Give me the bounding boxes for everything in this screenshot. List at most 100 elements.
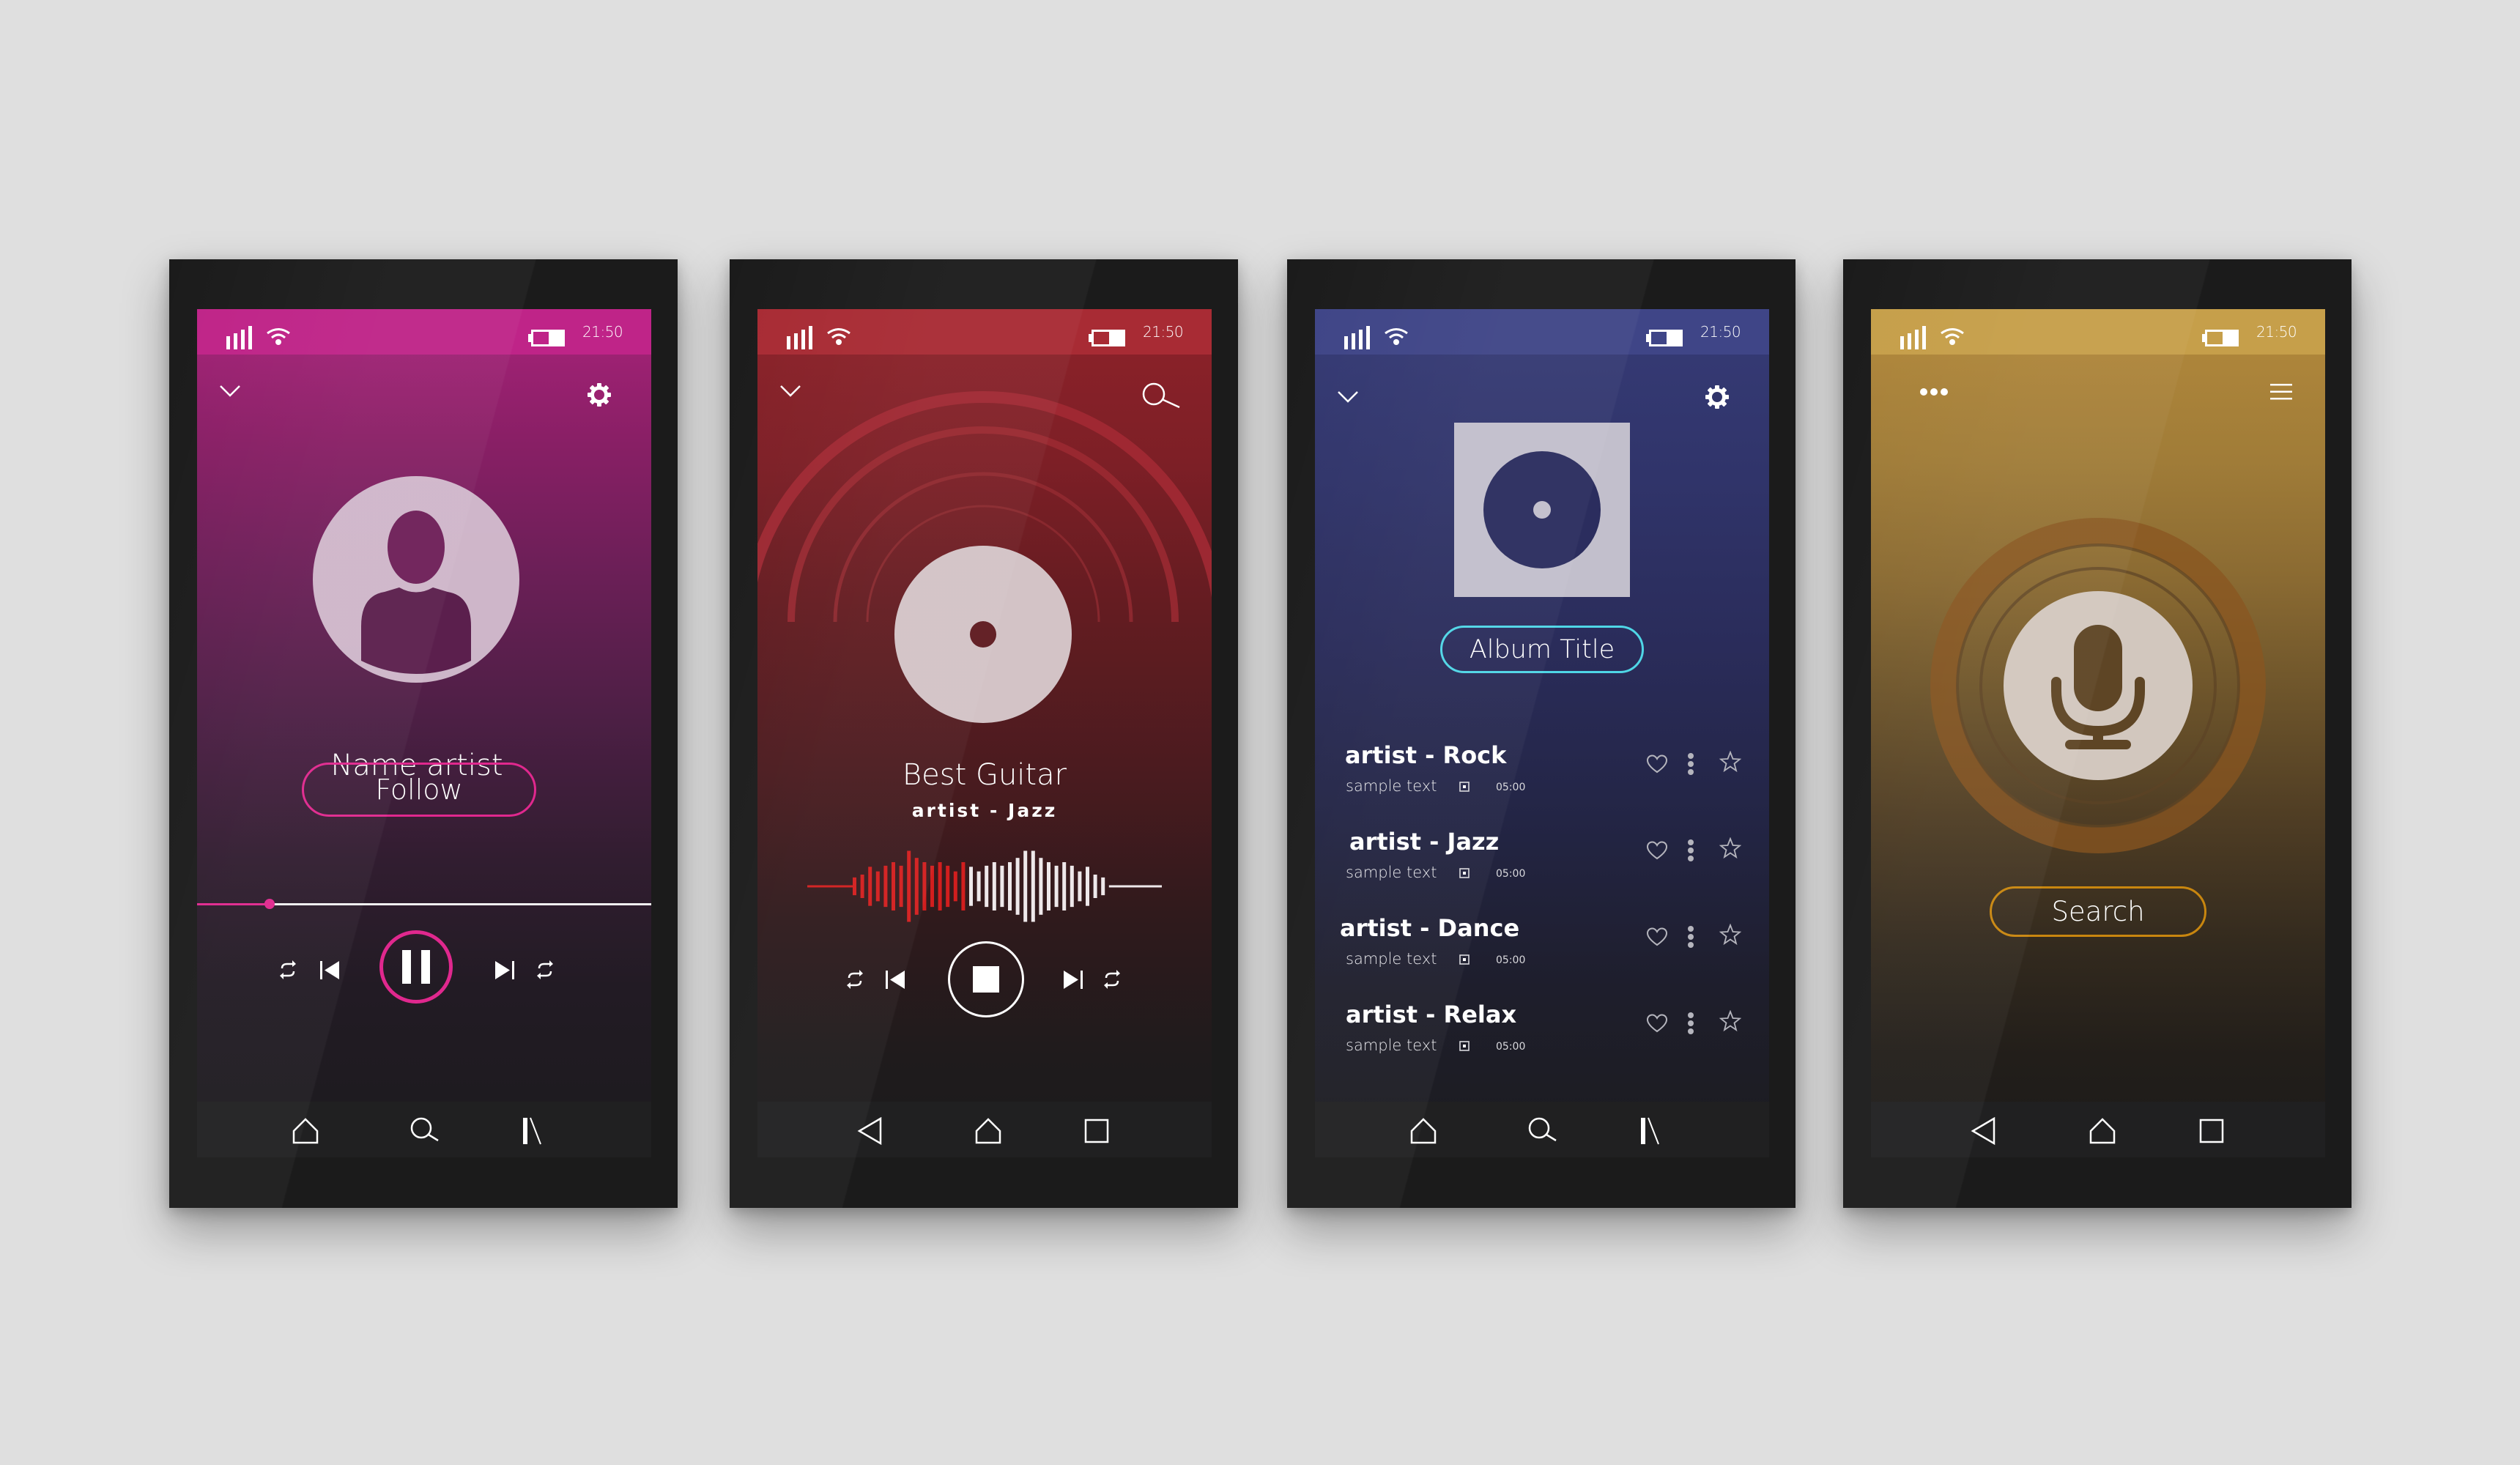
album-title: Album Title (1440, 626, 1644, 673)
star-icon[interactable] (1719, 751, 1741, 773)
waveform-bar-remaining (1070, 865, 1074, 908)
heart-icon[interactable] (1647, 754, 1667, 774)
heart-icon[interactable] (1647, 1014, 1667, 1033)
waveform-bar-played (868, 867, 872, 906)
search-icon[interactable] (1527, 1116, 1557, 1146)
chevron-down-icon[interactable] (779, 384, 801, 398)
next-icon[interactable] (1062, 968, 1084, 990)
waveform-bar-played (883, 865, 888, 908)
battery-icon (528, 330, 565, 346)
track-title: artist - Relax (1346, 1001, 1517, 1028)
waveform-bar-played (938, 862, 942, 910)
progress-knob[interactable] (264, 899, 275, 909)
previous-icon[interactable] (319, 959, 341, 981)
more-vertical-icon[interactable] (1687, 1012, 1694, 1035)
heart-icon[interactable] (1647, 841, 1667, 860)
repeat-icon[interactable] (534, 959, 556, 981)
more-vertical-icon[interactable] (1687, 752, 1694, 776)
waveform-bar-played (914, 858, 919, 915)
recents-icon[interactable] (2197, 1116, 2226, 1146)
status-bar: 21:50 (757, 309, 1212, 355)
home-icon[interactable] (291, 1116, 320, 1146)
gear-icon[interactable] (1705, 385, 1729, 409)
follow-button[interactable]: Follow (302, 763, 536, 817)
waveform-bar-remaining (1047, 862, 1050, 910)
track-subtitle: sample text (1346, 1036, 1437, 1054)
waveform-bar-remaining (1054, 865, 1059, 908)
home-icon[interactable] (974, 1116, 1003, 1146)
waveform-bar-played (953, 871, 957, 902)
stop-button[interactable] (948, 941, 1024, 1017)
status-time: 21:50 (582, 323, 623, 341)
vinyl-disc-icon (894, 546, 1072, 723)
recents-icon[interactable] (1082, 1116, 1111, 1146)
more-vertical-icon[interactable] (1687, 839, 1694, 862)
back-icon[interactable] (856, 1116, 885, 1146)
waveform-bar-remaining (1008, 862, 1012, 910)
pause-button[interactable] (379, 930, 453, 1004)
chevron-down-icon[interactable] (219, 384, 241, 398)
signal-bars-icon (1900, 326, 1926, 349)
status-time: 21:50 (2256, 323, 2297, 341)
wifi-icon (267, 328, 290, 345)
star-icon[interactable] (1719, 837, 1741, 859)
search-icon[interactable] (1141, 382, 1181, 409)
repeat-icon[interactable] (844, 968, 866, 990)
more-horizontal-icon[interactable] (1919, 387, 1949, 397)
waveform-scrubber[interactable] (807, 850, 1162, 923)
hamburger-menu-icon[interactable] (2270, 382, 2292, 401)
screen: 21:50 Name artist Follow (197, 309, 651, 1157)
waveform-bar-played (907, 850, 911, 922)
more-vertical-icon[interactable] (1687, 925, 1694, 949)
track-duration: 05:00 (1496, 954, 1526, 966)
waveform-bar-played (946, 865, 950, 908)
album-art[interactable] (1454, 423, 1630, 597)
next-icon[interactable] (494, 959, 516, 981)
track-row[interactable]: artist - Relax sample text 05:00 (1315, 1001, 1769, 1081)
waveform-bar-remaining (1101, 877, 1105, 896)
star-icon[interactable] (1719, 924, 1741, 946)
screen: 21:50 Album Title artist - Rock sample t… (1315, 309, 1769, 1157)
wifi-icon (1385, 328, 1408, 345)
signal-bars-icon (1344, 326, 1370, 349)
track-artist: artist - Jazz (911, 800, 1058, 821)
home-icon[interactable] (2088, 1116, 2117, 1146)
star-icon[interactable] (1719, 1010, 1741, 1032)
heart-icon[interactable] (1647, 927, 1667, 946)
waveform-bar-remaining (985, 865, 989, 908)
waveform-tail-line (1108, 885, 1162, 888)
waveform-bar-remaining (1062, 862, 1067, 910)
chevron-down-icon[interactable] (1337, 390, 1359, 404)
search-button[interactable]: Search (1990, 886, 2206, 937)
track-row[interactable]: artist - Dance sample text 05:00 (1315, 914, 1769, 995)
waveform-bar-played (853, 877, 856, 896)
gear-icon[interactable] (588, 383, 611, 407)
signal-bars-icon (226, 326, 252, 349)
waveform-bar-played (961, 862, 966, 910)
media-square-icon (1459, 868, 1470, 878)
waveform-bar-remaining (1000, 865, 1004, 908)
waveform-lead-line (807, 885, 853, 888)
repeat-icon[interactable] (277, 959, 299, 981)
waveform-bar-remaining (1093, 874, 1097, 899)
track-row[interactable]: artist - Rock sample text 05:00 (1315, 741, 1769, 822)
waveform-bar-remaining (1078, 871, 1082, 902)
search-icon[interactable] (410, 1116, 439, 1146)
waveform-bar-remaining (1086, 867, 1089, 906)
home-icon[interactable] (1409, 1116, 1438, 1146)
mic-button[interactable] (2004, 591, 2193, 780)
media-square-icon (1459, 1041, 1470, 1051)
waveform-bar-remaining (976, 871, 981, 902)
phone-voice-search: 21:50 Search (1843, 259, 2352, 1208)
back-icon[interactable] (1969, 1116, 1998, 1146)
waveform-bar-remaining (1015, 858, 1020, 915)
repeat-icon[interactable] (1101, 968, 1123, 990)
user-avatar-icon (313, 476, 519, 683)
library-icon[interactable] (1638, 1116, 1667, 1146)
waveform-bar-remaining (1023, 850, 1028, 922)
phone-artist-profile: 21:50 Name artist Follow (169, 259, 678, 1208)
waveform-bar-played (892, 862, 895, 910)
library-icon[interactable] (520, 1116, 549, 1146)
track-row[interactable]: artist - Jazz sample text 05:00 (1315, 828, 1769, 908)
previous-icon[interactable] (884, 968, 906, 990)
